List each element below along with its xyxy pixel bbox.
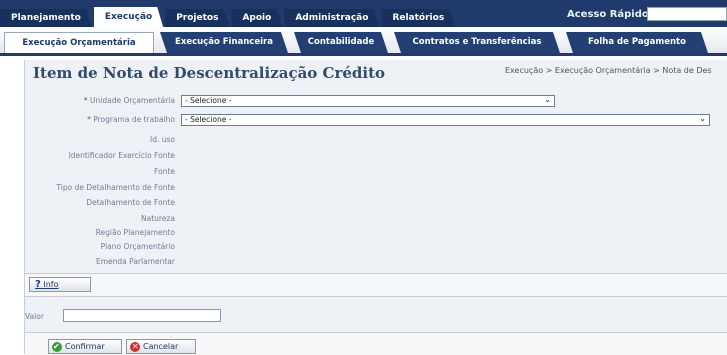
- unidade-orcamentaria-select[interactable]: - Selecione - ⌄: [181, 95, 555, 107]
- tab-relatorios[interactable]: Relatórios: [381, 9, 455, 27]
- subtab-execucao-orcamentaria[interactable]: Execução Orçamentária: [4, 32, 154, 53]
- check-icon: [52, 340, 62, 353]
- field-label-id-uso: Id. uso: [150, 135, 175, 144]
- field-label-regiao-planejamento: Região Planejamento: [95, 228, 175, 237]
- top-navigation: Planejamento Execução Projetos Apoio Adm…: [0, 0, 727, 27]
- valor-label: Valor: [25, 312, 44, 321]
- field-label-tipo-detalhamento-fonte: Tipo de Detalhamento de Fonte: [56, 183, 175, 192]
- content-panel: Item de Nota de Descentralização Crédito…: [24, 60, 727, 355]
- tab-projetos[interactable]: Projetos: [165, 9, 229, 27]
- tab-planejamento[interactable]: Planejamento: [0, 9, 92, 27]
- field-label-identificador-exercicio-fonte: Identificador Exercício Fonte: [68, 151, 175, 160]
- required-mark: *: [83, 96, 88, 105]
- programa-row: * Programa de trabalho - Selecione - ⌄: [25, 114, 727, 128]
- chevron-down-icon: ⌄: [699, 114, 706, 123]
- tab-administracao[interactable]: Administração: [284, 9, 379, 27]
- help-icon: ?: [35, 279, 41, 290]
- programa-label-text: Programa de trabalho: [93, 115, 175, 124]
- field-label-plano-orcamentario: Plano Orçamentário: [100, 242, 175, 251]
- subtab-contratos-transferencias[interactable]: Contratos e Transferências: [394, 32, 560, 53]
- unidade-selected-value: - Selecione -: [185, 96, 232, 105]
- field-label-emenda-parlamentar: Emenda Parlamentar: [96, 257, 175, 266]
- required-mark: *: [87, 115, 91, 124]
- confirm-button[interactable]: Confirmar: [48, 339, 122, 354]
- tab-execucao[interactable]: Execução: [94, 7, 163, 27]
- programa-label: * Programa de trabalho: [25, 115, 175, 124]
- unidade-label: * Unidade Orçamentária: [25, 96, 175, 105]
- main-tab-strip: Planejamento Execução Projetos Apoio Adm…: [0, 7, 457, 27]
- cancel-button-label: Cancelar: [143, 342, 179, 351]
- unidade-label-text: Unidade Orçamentária: [90, 96, 175, 105]
- subtab-execucao-financeira[interactable]: Execução Financeira: [160, 32, 288, 53]
- sub-navigation: Execução Orçamentária Execução Financeir…: [0, 27, 727, 56]
- tab-apoio[interactable]: Apoio: [231, 9, 282, 27]
- info-button[interactable]: ? Info: [29, 277, 91, 292]
- field-label-detalhamento-fonte: Detalhamento de Fonte: [86, 198, 175, 207]
- field-label-natureza: Natureza: [141, 214, 175, 223]
- cancel-button[interactable]: Cancelar: [126, 339, 196, 354]
- quick-access-label: Acesso Rápido: [567, 9, 649, 20]
- cancel-icon: [130, 340, 140, 353]
- quick-access-input[interactable]: [647, 7, 727, 21]
- info-bar: ? Info: [25, 273, 727, 297]
- breadcrumb: Execução > Execução Orçamentária > Nota …: [505, 66, 712, 75]
- field-label-fonte: Fonte: [154, 167, 175, 176]
- confirm-button-label: Confirmar: [65, 342, 105, 351]
- subtab-contabilidade[interactable]: Contabilidade: [294, 32, 388, 53]
- action-bar: Confirmar Cancelar: [25, 332, 727, 355]
- programa-trabalho-select[interactable]: - Selecione - ⌄: [181, 114, 710, 126]
- info-button-label: Info: [43, 280, 59, 289]
- valor-input[interactable]: [63, 309, 221, 322]
- subtab-folha-pagamento[interactable]: Folha de Pagamento: [566, 32, 708, 53]
- page-title: Item de Nota de Descentralização Crédito: [33, 64, 386, 82]
- chevron-down-icon: ⌄: [544, 95, 551, 104]
- unidade-row: * Unidade Orçamentária - Selecione - ⌄: [25, 95, 727, 109]
- programa-selected-value: - Selecione -: [185, 115, 232, 124]
